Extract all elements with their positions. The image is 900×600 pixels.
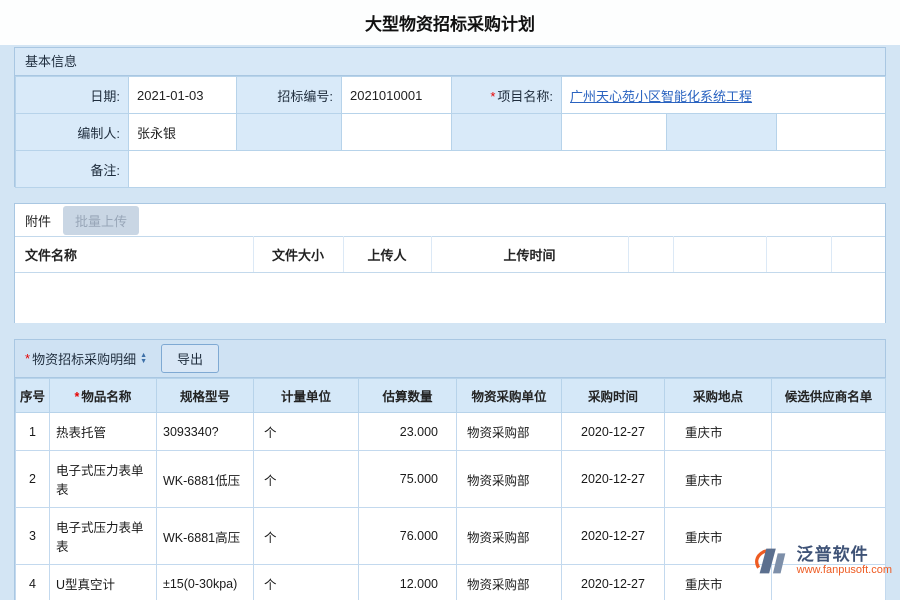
col-empty-3 xyxy=(766,237,831,273)
cell-purchase-time: 2020-12-27 xyxy=(562,451,665,508)
project-link[interactable]: 广州天心苑小区智能化系统工程 xyxy=(570,89,752,104)
cell-spec-model: WK-6881高压 xyxy=(157,508,254,565)
basic-info-row-3: 备注: xyxy=(16,151,886,188)
cell-unit: 个 xyxy=(254,413,359,451)
cell-seq: 4 xyxy=(16,565,50,600)
col-empty-2 xyxy=(673,237,766,273)
material-detail-section-header: * 物资招标采购明细 ▲ ▼ 导出 xyxy=(15,340,885,378)
empty-value-2 xyxy=(562,114,667,151)
cell-item-name: 电子式压力表单表 xyxy=(50,508,157,565)
cell-purchase-dept: 物资采购部 xyxy=(457,565,562,600)
cell-item-name: U型真空计 xyxy=(50,565,157,600)
col-upload-time: 上传时间 xyxy=(431,237,628,273)
col-uploader: 上传人 xyxy=(343,237,431,273)
creator-label: 编制人: xyxy=(16,114,129,151)
col-empty-1 xyxy=(628,237,673,273)
cell-estimated-qty: 23.000 xyxy=(359,413,457,451)
sort-desc-icon: ▼ xyxy=(140,359,147,365)
empty-value-3 xyxy=(777,114,886,151)
cell-spec-model: 3093340? xyxy=(157,413,254,451)
cell-item-name: 热表托管 xyxy=(50,413,157,451)
basic-info-section-header: 基本信息 xyxy=(15,48,885,76)
table-row: 1 热表托管 3093340? 个 23.000 物资采购部 2020-12-2… xyxy=(16,413,886,451)
vendor-watermark-text: 泛普软件 www.fanpusoft.com xyxy=(797,545,892,577)
attachments-section-title: 附件 xyxy=(25,211,51,230)
col-spec-model: 规格型号 xyxy=(157,379,254,413)
cell-purchase-place: 重庆市 xyxy=(665,451,772,508)
basic-info-row-2: 编制人: 张永银 xyxy=(16,114,886,151)
attachments-section-header: 附件 批量上传 xyxy=(15,204,885,236)
vendor-brand: 泛普软件 xyxy=(797,545,892,565)
remark-value xyxy=(129,151,886,188)
creator-value: 张永银 xyxy=(129,114,237,151)
page-title: 大型物资招标采购计划 xyxy=(365,10,535,35)
date-value: 2021-01-03 xyxy=(129,77,237,114)
cell-spec-model: WK-6881低压 xyxy=(157,451,254,508)
detail-header-row: 序号 *物品名称 规格型号 计量单位 估算数量 物资采购单位 采购时间 采购地点… xyxy=(16,379,886,413)
empty-value-1 xyxy=(342,114,452,151)
required-mark: * xyxy=(25,351,30,366)
cell-estimated-qty: 12.000 xyxy=(359,565,457,600)
cell-purchase-dept: 物资采购部 xyxy=(457,451,562,508)
cell-purchase-time: 2020-12-27 xyxy=(562,565,665,600)
col-file-name: 文件名称 xyxy=(15,237,253,273)
attachments-empty-area xyxy=(15,273,885,323)
attachments-table: 文件名称 文件大小 上传人 上传时间 xyxy=(15,236,885,273)
col-seq: 序号 xyxy=(16,379,50,413)
basic-info-panel: 基本信息 日期: 2021-01-03 招标编号: 2021010001 *项目… xyxy=(14,47,886,187)
bid-no-value: 2021010001 xyxy=(342,77,452,114)
col-item-name: *物品名称 xyxy=(50,379,157,413)
empty-label-1 xyxy=(237,114,342,151)
col-unit: 计量单位 xyxy=(254,379,359,413)
col-purchase-time: 采购时间 xyxy=(562,379,665,413)
cell-item-name: 电子式压力表单表 xyxy=(50,451,157,508)
cell-unit: 个 xyxy=(254,508,359,565)
cell-purchase-dept: 物资采购部 xyxy=(457,508,562,565)
cell-candidate-suppliers xyxy=(772,413,886,451)
cell-unit: 个 xyxy=(254,451,359,508)
cell-purchase-time: 2020-12-27 xyxy=(562,413,665,451)
col-empty-4 xyxy=(831,237,885,273)
cell-estimated-qty: 76.000 xyxy=(359,508,457,565)
vendor-url: www.fanpusoft.com xyxy=(797,564,892,577)
cell-seq: 2 xyxy=(16,451,50,508)
col-candidate-suppliers: 候选供应商名单 xyxy=(772,379,886,413)
sort-icon[interactable]: ▲ ▼ xyxy=(140,353,147,365)
col-file-size: 文件大小 xyxy=(253,237,343,273)
cell-purchase-place: 重庆市 xyxy=(665,413,772,451)
bid-no-label: 招标编号: xyxy=(237,77,342,114)
col-purchase-dept: 物资采购单位 xyxy=(457,379,562,413)
empty-label-2 xyxy=(452,114,562,151)
material-detail-section-title: 物资招标采购明细 xyxy=(32,349,136,368)
date-label: 日期: xyxy=(16,77,129,114)
cell-seq: 1 xyxy=(16,413,50,451)
empty-label-3 xyxy=(667,114,777,151)
cell-estimated-qty: 75.000 xyxy=(359,451,457,508)
col-estimated-qty: 估算数量 xyxy=(359,379,457,413)
basic-info-row-1: 日期: 2021-01-03 招标编号: 2021010001 *项目名称: 广… xyxy=(16,77,886,114)
title-bar: 大型物资招标采购计划 xyxy=(0,0,900,45)
export-button[interactable]: 导出 xyxy=(161,344,219,373)
cell-spec-model: ±15(0-30kpa) xyxy=(157,565,254,600)
project-label: *项目名称: xyxy=(452,77,562,114)
required-mark: * xyxy=(75,390,80,404)
table-row: 2 电子式压力表单表 WK-6881低压 个 75.000 物资采购部 2020… xyxy=(16,451,886,508)
fanpu-logo-icon xyxy=(752,544,792,578)
attachments-panel: 附件 批量上传 文件名称 文件大小 上传人 上传时间 xyxy=(14,203,886,323)
cell-candidate-suppliers xyxy=(772,451,886,508)
cell-purchase-time: 2020-12-27 xyxy=(562,508,665,565)
cell-seq: 3 xyxy=(16,508,50,565)
attachments-header-row: 文件名称 文件大小 上传人 上传时间 xyxy=(15,237,885,273)
project-value-cell: 广州天心苑小区智能化系统工程 xyxy=(562,77,886,114)
basic-info-section-title: 基本信息 xyxy=(25,54,77,69)
cell-unit: 个 xyxy=(254,565,359,600)
batch-upload-button[interactable]: 批量上传 xyxy=(63,206,139,235)
remark-label: 备注: xyxy=(16,151,129,188)
basic-info-table: 日期: 2021-01-03 招标编号: 2021010001 *项目名称: 广… xyxy=(15,76,886,188)
col-purchase-place: 采购地点 xyxy=(665,379,772,413)
cell-purchase-dept: 物资采购部 xyxy=(457,413,562,451)
vendor-watermark: 泛普软件 www.fanpusoft.com xyxy=(752,544,892,578)
required-mark: * xyxy=(490,89,495,104)
